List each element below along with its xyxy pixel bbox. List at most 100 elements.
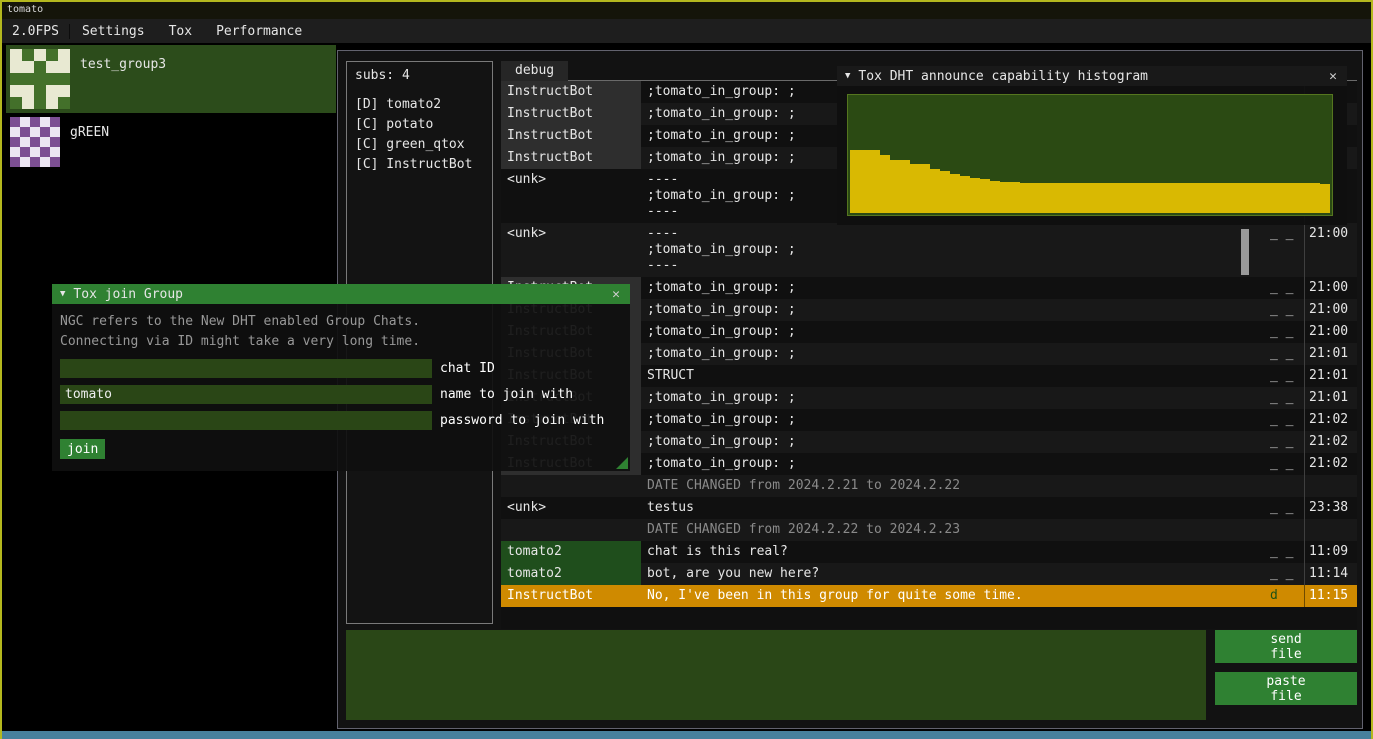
histogram-bar	[1090, 183, 1100, 213]
message-flags: _ _	[1264, 365, 1304, 387]
message-timestamp: 21:00	[1304, 277, 1357, 299]
menu-tox[interactable]: Tox	[157, 24, 204, 39]
message-input[interactable]	[346, 630, 1206, 720]
message-sender: InstructBot	[501, 585, 641, 607]
subs-list-item[interactable]: [D] tomato2	[355, 95, 484, 115]
message-text: ---- ;tomato_in_group: ; ----	[641, 223, 1264, 277]
message-row[interactable]: <unk>testus_ _23:38	[501, 497, 1357, 519]
message-row[interactable]: <unk>---- ;tomato_in_group: ; ----_ _21:…	[501, 223, 1357, 277]
histogram-bar	[910, 164, 920, 213]
join-info-line: Connecting via ID might take a very long…	[60, 332, 622, 352]
contact-item[interactable]: test_group3	[6, 45, 336, 113]
histogram-bar	[1200, 183, 1210, 213]
chat-id-input[interactable]	[60, 359, 432, 378]
histogram-titlebar[interactable]: ▼ Tox DHT announce capability histogram …	[837, 66, 1347, 86]
message-text: ;tomato_in_group: ;	[641, 299, 1264, 321]
histogram-bar	[1170, 183, 1180, 213]
histogram-plot	[847, 94, 1333, 216]
message-sender: InstructBot	[501, 103, 641, 125]
window-titlebar[interactable]: tomato	[2, 2, 1371, 19]
join-info-line: NGC refers to the New DHT enabled Group …	[60, 312, 622, 332]
histogram-bar	[960, 176, 970, 213]
message-row[interactable]: DATE CHANGED from 2024.2.22 to 2024.2.23	[501, 519, 1357, 541]
message-text: ;tomato_in_group: ;	[641, 321, 1264, 343]
message-scrollbar[interactable]	[1241, 229, 1249, 275]
histogram-bar	[860, 150, 870, 213]
close-icon[interactable]: ✕	[610, 287, 622, 302]
subs-list-item[interactable]: [C] green_qtox	[355, 135, 484, 155]
histogram-bar	[1310, 183, 1320, 213]
close-icon[interactable]: ✕	[1327, 69, 1339, 84]
menu-settings[interactable]: Settings	[70, 24, 157, 39]
message-timestamp: 21:02	[1304, 431, 1357, 453]
histogram-bar	[1000, 182, 1010, 213]
histogram-bar	[1130, 183, 1140, 213]
histogram-bar	[1320, 184, 1330, 213]
join-group-window: ▼ Tox join Group ✕ NGC refers to the New…	[52, 284, 630, 471]
histogram-bar	[870, 150, 880, 213]
paste-file-button[interactable]: paste file	[1215, 672, 1357, 705]
histogram-body	[837, 86, 1347, 225]
histogram-bar	[1280, 183, 1290, 213]
histogram-bar	[1180, 183, 1190, 213]
subs-list-item[interactable]: [C] InstructBot	[355, 155, 484, 175]
message-sender: tomato2	[501, 541, 641, 563]
histogram-bar	[1240, 183, 1250, 213]
collapse-icon[interactable]: ▼	[845, 71, 850, 81]
histogram-bar	[1150, 183, 1160, 213]
message-flags: _ _	[1264, 387, 1304, 409]
histogram-bar	[1120, 183, 1130, 213]
menu-performance[interactable]: Performance	[204, 24, 314, 39]
message-timestamp: 21:02	[1304, 409, 1357, 431]
message-text: testus	[641, 497, 1264, 519]
histogram-bar	[1110, 183, 1120, 213]
histogram-bar	[1070, 183, 1080, 213]
message-row[interactable]: tomato2bot, are you new here?_ _11:14	[501, 563, 1357, 585]
message-sender: tomato2	[501, 563, 641, 585]
join-group-body: NGC refers to the New DHT enabled Group …	[52, 304, 630, 471]
message-row[interactable]: tomato2chat is this real?_ _11:09	[501, 541, 1357, 563]
message-timestamp: 11:14	[1304, 563, 1357, 585]
histogram-bar	[970, 178, 980, 213]
histogram-bar	[1050, 183, 1060, 213]
contact-name: gREEN	[70, 125, 109, 140]
histogram-bar	[920, 164, 930, 213]
join-group-title: Tox join Group	[73, 287, 602, 302]
message-text: ;tomato_in_group: ;	[641, 409, 1264, 431]
join-name-input[interactable]	[60, 385, 432, 404]
send-file-button[interactable]: send file	[1215, 630, 1357, 663]
message-flags: _ _	[1264, 497, 1304, 519]
message-flags	[1264, 475, 1304, 497]
subs-list-item[interactable]: [C] potato	[355, 115, 484, 135]
message-timestamp: 21:00	[1304, 299, 1357, 321]
message-timestamp: 21:01	[1304, 365, 1357, 387]
message-timestamp	[1304, 475, 1357, 497]
join-group-titlebar[interactable]: ▼ Tox join Group ✕	[52, 284, 630, 304]
collapse-icon[interactable]: ▼	[60, 289, 65, 299]
message-timestamp: 11:15	[1304, 585, 1357, 607]
message-sender: <unk>	[501, 223, 641, 277]
message-sender	[501, 519, 641, 541]
join-button[interactable]: join	[60, 439, 105, 459]
resize-grip[interactable]	[616, 457, 628, 469]
histogram-bar	[1040, 183, 1050, 213]
message-row[interactable]: InstructBotNo, I've been in this group f…	[501, 585, 1357, 607]
join-password-input[interactable]	[60, 411, 432, 430]
message-timestamp: 21:02	[1304, 453, 1357, 475]
message-flags: _ _	[1264, 453, 1304, 475]
message-row[interactable]: DATE CHANGED from 2024.2.21 to 2024.2.22	[501, 475, 1357, 497]
histogram-bar	[930, 169, 940, 213]
histogram-title: Tox DHT announce capability histogram	[858, 69, 1319, 84]
histogram-bar	[900, 160, 910, 213]
message-timestamp: 21:00	[1304, 223, 1357, 277]
message-flags	[1264, 519, 1304, 541]
contact-avatar	[10, 117, 60, 167]
join-password-label: password to join with	[440, 413, 604, 428]
message-sender: InstructBot	[501, 147, 641, 169]
message-sender	[501, 475, 641, 497]
contact-item[interactable]: gREEN	[6, 113, 336, 179]
tab-debug[interactable]: debug	[501, 61, 568, 81]
histogram-bar	[980, 179, 990, 213]
histogram-bar	[1030, 183, 1040, 213]
join-name-label: name to join with	[440, 387, 573, 402]
